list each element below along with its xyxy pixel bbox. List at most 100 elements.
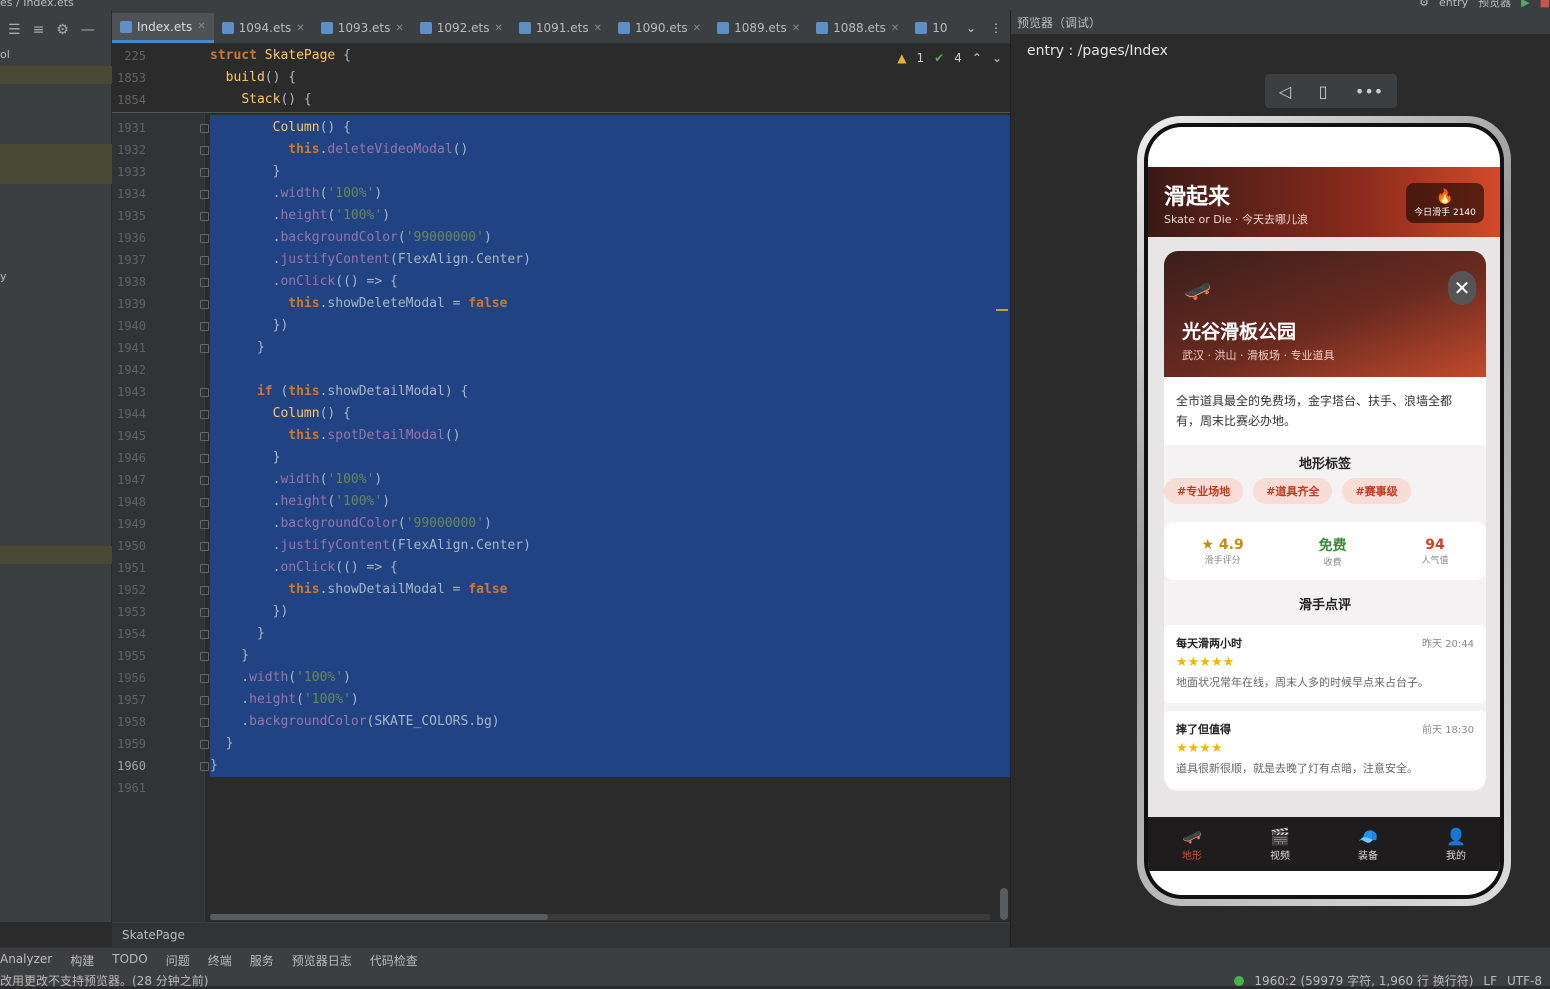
sticky-line[interactable]: 1853 build() { [112, 67, 1010, 89]
tool-window-button[interactable]: 预览器日志 [292, 952, 352, 969]
tag-chip[interactable]: #赛事级 [1342, 478, 1411, 504]
fold-icon[interactable] [200, 476, 209, 485]
expand-icon[interactable]: ≡ [33, 22, 45, 38]
sticky-line[interactable]: 1854 Stack() { [112, 89, 1010, 111]
fold-icon[interactable] [200, 520, 209, 529]
settings-icon[interactable]: ⚙ [1419, 0, 1429, 9]
tab-file[interactable]: 10 [907, 13, 955, 43]
fold-icon[interactable] [200, 696, 209, 705]
rotate-icon[interactable]: ▯ [1319, 82, 1328, 101]
nav-terrain[interactable]: 🛹 地形 [1182, 827, 1202, 862]
line-separator[interactable]: LF [1483, 974, 1497, 988]
fold-icon[interactable] [200, 410, 209, 419]
code-line[interactable]: 1937 .justifyContent(FlexAlign.Center) [112, 249, 1010, 271]
fold-icon[interactable] [200, 278, 209, 287]
nav-gear[interactable]: 🧢 装备 [1358, 827, 1378, 862]
fold-icon[interactable] [200, 168, 209, 177]
code-line[interactable]: 1939 this.showDeleteModal = false [112, 293, 1010, 315]
more-icon[interactable]: ⋮ [990, 21, 1002, 35]
fold-icon[interactable] [200, 674, 209, 683]
fold-icon[interactable] [200, 542, 209, 551]
code-line[interactable]: 1931 Column() { [112, 117, 1010, 139]
tab-file[interactable]: 1094.ets ✕ [214, 13, 313, 43]
fold-icon[interactable] [200, 234, 209, 243]
vertical-scrollbar[interactable] [1000, 888, 1008, 920]
fold-icon[interactable] [200, 454, 209, 463]
code-line[interactable]: 1947 .width('100%') [112, 469, 1010, 491]
tab-file[interactable]: 1091.ets ✕ [511, 13, 610, 43]
code-line[interactable]: 1934 .width('100%') [112, 183, 1010, 205]
tool-window-button[interactable]: 构建 [70, 952, 94, 969]
code-line[interactable]: 1950 .justifyContent(FlexAlign.Center) [112, 535, 1010, 557]
fold-icon[interactable] [200, 344, 209, 353]
close-icon[interactable]: ✕ [594, 23, 602, 34]
tool-window-button[interactable]: 问题 [166, 952, 190, 969]
tool-window-button[interactable]: TODO [112, 952, 147, 969]
fold-icon[interactable] [200, 212, 209, 221]
code-line[interactable]: 1940 }) [112, 315, 1010, 337]
code-line[interactable]: 1961 [112, 777, 1010, 799]
code-line[interactable]: 1938 .onClick(() => { [112, 271, 1010, 293]
inspection-widget[interactable]: ▲ 1 ✔ 4 ⌃ ⌄ [897, 51, 1002, 65]
code-line[interactable]: 1954 } [112, 623, 1010, 645]
code-line[interactable]: 1949 .backgroundColor('99000000') [112, 513, 1010, 535]
tool-window-button[interactable]: Analyzer [0, 952, 52, 969]
code-line[interactable]: 1946 } [112, 447, 1010, 469]
fold-icon[interactable] [200, 608, 209, 617]
tag-chip[interactable]: #专业场地 [1164, 478, 1244, 504]
fold-icon[interactable] [200, 740, 209, 749]
chevron-up-icon[interactable]: ⌃ [972, 51, 982, 65]
more-icon[interactable]: ••• [1355, 82, 1383, 101]
fold-icon[interactable] [200, 124, 209, 133]
tree-item[interactable]: y [0, 270, 7, 283]
code-line[interactable]: 1953 }) [112, 601, 1010, 623]
close-icon[interactable]: ✕ [494, 23, 502, 34]
tree-item[interactable]: ol [0, 48, 10, 61]
close-icon[interactable]: ✕ [296, 23, 304, 34]
close-icon[interactable]: ✕ [693, 23, 701, 34]
chevron-down-icon[interactable]: ⌄ [992, 51, 1002, 65]
fold-icon[interactable] [200, 498, 209, 507]
run-icon[interactable]: ▶ [1521, 0, 1529, 9]
fold-icon[interactable] [200, 388, 209, 397]
tab-file[interactable]: 1088.ets ✕ [808, 13, 907, 43]
tag-chip[interactable]: #道具齐全 [1253, 478, 1333, 504]
fold-icon[interactable] [200, 256, 209, 265]
fold-icon[interactable] [200, 432, 209, 441]
tab-file[interactable]: 1090.ets ✕ [610, 13, 709, 43]
close-icon[interactable]: ✕ [792, 23, 800, 34]
tab-file[interactable]: 1093.ets ✕ [313, 13, 412, 43]
code-line[interactable]: 1952 this.showDetailModal = false [112, 579, 1010, 601]
tab-file[interactable]: Index.ets ✕ [112, 13, 214, 43]
code-line[interactable]: 1936 .backgroundColor('99000000') [112, 227, 1010, 249]
code-line[interactable]: 1941 } [112, 337, 1010, 359]
tool-window-button[interactable]: 终端 [208, 952, 232, 969]
code-line[interactable]: 1935 .height('100%') [112, 205, 1010, 227]
tab-file[interactable]: 1092.ets ✕ [412, 13, 511, 43]
nav-profile[interactable]: 👤 我的 [1446, 827, 1466, 862]
hot-badge[interactable]: 🔥 今日滑手 2140 [1406, 183, 1484, 223]
entry-select[interactable]: entry [1439, 0, 1468, 9]
code-line[interactable]: 1942 [112, 359, 1010, 381]
code-line[interactable]: 1951 .onClick(() => { [112, 557, 1010, 579]
code-line[interactable]: 1957 .height('100%') [112, 689, 1010, 711]
fold-icon[interactable] [200, 762, 209, 771]
back-icon[interactable]: ◁ [1279, 82, 1291, 101]
fold-icon[interactable] [200, 300, 209, 309]
code-line[interactable]: 1943 if (this.showDetailModal) { [112, 381, 1010, 403]
tool-window-button[interactable]: 代码检查 [370, 952, 418, 969]
code-line[interactable]: 1955 } [112, 645, 1010, 667]
tab-file[interactable]: 1089.ets ✕ [709, 13, 808, 43]
previewer-select[interactable]: 预览器 [1478, 0, 1511, 10]
fold-icon[interactable] [200, 190, 209, 199]
code-line[interactable]: 1932 this.deleteVideoModal() [112, 139, 1010, 161]
fold-icon[interactable] [200, 718, 209, 727]
close-button[interactable]: ✕ [1448, 271, 1476, 305]
nav-video[interactable]: 🎬 视频 [1270, 827, 1290, 862]
minimize-icon[interactable]: — [81, 22, 95, 38]
fold-icon[interactable] [200, 652, 209, 661]
structure-breadcrumb[interactable]: SkatePage [112, 922, 1010, 947]
fold-icon[interactable] [200, 586, 209, 595]
gear-icon[interactable]: ⚙ [56, 22, 69, 38]
cursor-position[interactable]: 1960:2 (59979 字符, 1,960 行 换行符) [1254, 972, 1473, 989]
